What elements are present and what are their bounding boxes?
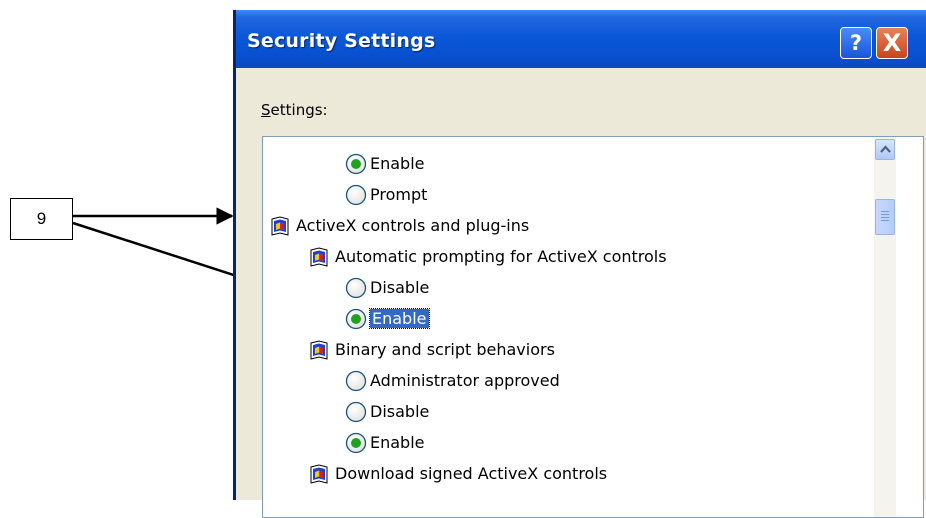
settings-group[interactable]: Automatic prompting for ActiveX controls — [310, 243, 863, 273]
vertical-scrollbar[interactable] — [874, 137, 896, 517]
title-bar[interactable]: Security Settings ? X — [236, 10, 926, 68]
settings-group[interactable]: Download signed ActiveX controls — [310, 460, 863, 490]
scroll-up-button[interactable] — [875, 139, 895, 160]
option-label: Disable — [370, 402, 430, 421]
option-label: Administrator approved — [370, 371, 560, 390]
help-icon[interactable]: ? — [840, 27, 872, 59]
radio-icon[interactable] — [345, 184, 367, 206]
settings-folder-icon — [310, 340, 328, 360]
settings-accesskey: S — [261, 101, 271, 119]
radio-option[interactable]: Administrator approved — [345, 367, 863, 397]
radio-icon[interactable] — [345, 401, 367, 423]
radio-option[interactable]: Enable — [345, 150, 863, 180]
radio-icon[interactable] — [345, 370, 367, 392]
option-label: Enable — [369, 308, 430, 329]
radio-icon[interactable] — [345, 432, 367, 454]
radio-icon[interactable] — [345, 277, 367, 299]
radio-option[interactable]: Enable — [345, 429, 863, 459]
option-label: Enable — [370, 154, 425, 173]
option-label: ActiveX controls and plug-ins — [296, 216, 530, 235]
radio-option[interactable]: Disable — [345, 398, 863, 428]
settings-folder-icon — [271, 216, 289, 236]
radio-option[interactable]: Enable — [345, 305, 863, 335]
option-label: Enable — [370, 433, 425, 452]
settings-category[interactable]: ActiveX controls and plug-ins — [271, 212, 863, 242]
security-settings-dialog: Security Settings ? X Settings: Enable Pr… — [233, 10, 926, 518]
option-label: Download signed ActiveX controls — [335, 464, 608, 483]
settings-label-rest: ettings: — [270, 101, 328, 119]
option-label: Binary and script behaviors — [335, 340, 555, 359]
settings-tree[interactable]: Enable Prompt ActiveX controls and plug-in… — [262, 136, 924, 518]
settings-group[interactable]: Binary and script behaviors — [310, 336, 863, 366]
settings-folder-icon — [310, 464, 328, 484]
option-label: Prompt — [370, 185, 428, 204]
option-label: Automatic prompting for ActiveX controls — [335, 247, 667, 266]
radio-option[interactable]: Prompt — [345, 181, 863, 211]
radio-option[interactable]: Disable — [345, 274, 863, 304]
scroll-thumb[interactable] — [875, 199, 895, 235]
close-icon[interactable]: X — [876, 27, 908, 59]
settings-label: Settings: — [261, 101, 328, 119]
close-button-label: X — [882, 29, 902, 57]
radio-icon[interactable] — [345, 153, 367, 175]
scroll-up-arrow-icon — [880, 145, 891, 153]
settings-folder-icon — [310, 247, 328, 267]
window-title: Security Settings — [247, 30, 436, 52]
radio-icon[interactable] — [345, 308, 367, 330]
help-button-label: ? — [849, 31, 863, 55]
option-label: Disable — [370, 278, 430, 297]
